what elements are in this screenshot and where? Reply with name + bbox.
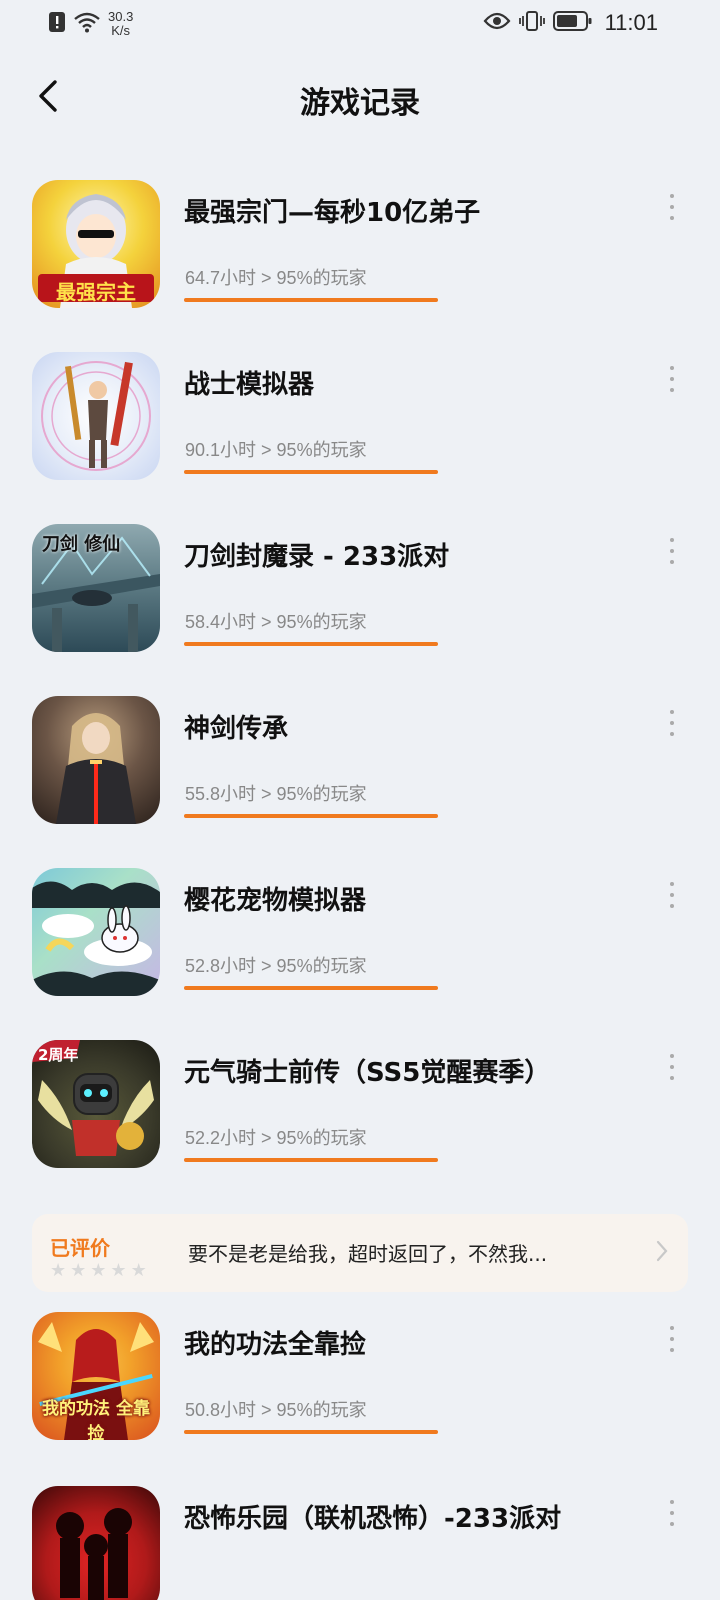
game-name: 恐怖乐园（联机恐怖）-233派对 [184, 1504, 562, 1534]
more-options-button[interactable] [662, 710, 682, 736]
more-options-button[interactable] [662, 1054, 682, 1080]
header: 游戏记录 [0, 60, 720, 130]
clock: 11:01 [604, 10, 658, 35]
game-icon [32, 352, 160, 480]
page-title: 游戏记录 [300, 86, 420, 121]
game-item[interactable]: 2周年 元气骑士前传（SS5觉醒赛季） 52.2小时 > 95%的玩家 [0, 1040, 720, 1200]
game-icon: 刀剑 修仙 [32, 524, 160, 652]
game-icon [32, 868, 160, 996]
chevron-right-icon [656, 1240, 668, 1266]
game-item[interactable]: 樱花宠物模拟器 52.8小时 > 95%的玩家 [0, 868, 720, 1028]
play-time: 52.2小时 > 95%的玩家 [185, 1128, 367, 1148]
star-icon: ★ [70, 1260, 87, 1281]
star-icon: ★ [50, 1260, 67, 1281]
more-options-button[interactable] [662, 1326, 682, 1352]
play-time: 55.8小时 > 95%的玩家 [185, 784, 367, 804]
review-card[interactable]: 已评价 ★ ★ ★ ★ ★ 要不是老是给我，超时返回了，不然我... [32, 1214, 688, 1292]
play-time-bar [184, 470, 438, 474]
game-item[interactable]: 刀剑 修仙 刀剑封魔录 - 233派对 58.4小时 > 95%的玩家 [0, 524, 720, 684]
star-icon: ★ [130, 1260, 147, 1281]
play-time: 64.7小时 > 95%的玩家 [185, 268, 367, 288]
game-name: 神剑传承 [184, 714, 289, 744]
star-icon: ★ [90, 1260, 107, 1281]
play-time: 52.8小时 > 95%的玩家 [185, 956, 367, 976]
game-item[interactable]: 我的功法 全靠捡 我的功法全靠捡 50.8小时 > 95%的玩家 [0, 1312, 720, 1472]
play-time-bar [184, 814, 438, 818]
vibrate-icon [518, 10, 545, 36]
play-time: 50.8小时 > 95%的玩家 [185, 1400, 367, 1420]
eye-icon [483, 11, 511, 35]
review-status-label: 已评价 [50, 1236, 110, 1260]
more-options-button[interactable] [662, 538, 682, 564]
game-name: 战士模拟器 [184, 370, 315, 400]
play-time-bar [184, 642, 438, 646]
rating-stars: ★ ★ ★ ★ ★ [50, 1262, 147, 1280]
play-time-bar [184, 1430, 438, 1434]
more-options-button[interactable] [662, 194, 682, 220]
wifi-icon [74, 11, 100, 37]
game-item[interactable]: 战士模拟器 90.1小时 > 95%的玩家 [0, 352, 720, 512]
game-item[interactable]: 恐怖乐园（联机恐怖）-233派对 [0, 1486, 720, 1600]
more-options-button[interactable] [662, 882, 682, 908]
game-icon-text: 刀剑 修仙 [42, 534, 121, 555]
play-time-bar [184, 1158, 438, 1162]
more-options-button[interactable] [662, 1500, 682, 1526]
game-icon-text: 2周年 [38, 1046, 79, 1064]
star-icon: ★ [110, 1260, 127, 1281]
game-icon: 2周年 [32, 1040, 160, 1168]
game-icon-text: 最强宗主 [56, 280, 136, 304]
net-speed: 30.3 K/s [108, 9, 134, 38]
game-name: 刀剑封魔录 - 233派对 [184, 542, 450, 572]
review-text: 要不是老是给我，超时返回了，不然我... [188, 1242, 548, 1266]
game-icon: 最强宗主 [32, 180, 160, 308]
alert-icon [48, 11, 66, 37]
status-bar: 30.3 K/s 11:01 [0, 0, 720, 48]
game-name: 最强宗门—每秒10亿弟子 [184, 198, 481, 228]
more-options-button[interactable] [662, 366, 682, 392]
game-icon: 我的功法 全靠捡 [32, 1312, 160, 1440]
play-time: 58.4小时 > 95%的玩家 [185, 612, 367, 632]
game-icon [32, 696, 160, 824]
play-time: 90.1小时 > 95%的玩家 [185, 440, 367, 460]
game-item[interactable]: 最强宗主 最强宗门—每秒10亿弟子 64.7小时 > 95%的玩家 [0, 180, 720, 340]
game-item[interactable]: 神剑传承 55.8小时 > 95%的玩家 [0, 696, 720, 856]
game-name: 元气骑士前传（SS5觉醒赛季） [184, 1058, 551, 1088]
game-name: 樱花宠物模拟器 [184, 886, 367, 916]
battery-icon [552, 10, 593, 36]
game-icon-text: 我的功法 全靠捡 [42, 1399, 150, 1440]
play-time-bar [184, 986, 438, 990]
play-time-bar [184, 298, 438, 302]
game-name: 我的功法全靠捡 [184, 1330, 367, 1360]
game-icon [32, 1486, 160, 1600]
